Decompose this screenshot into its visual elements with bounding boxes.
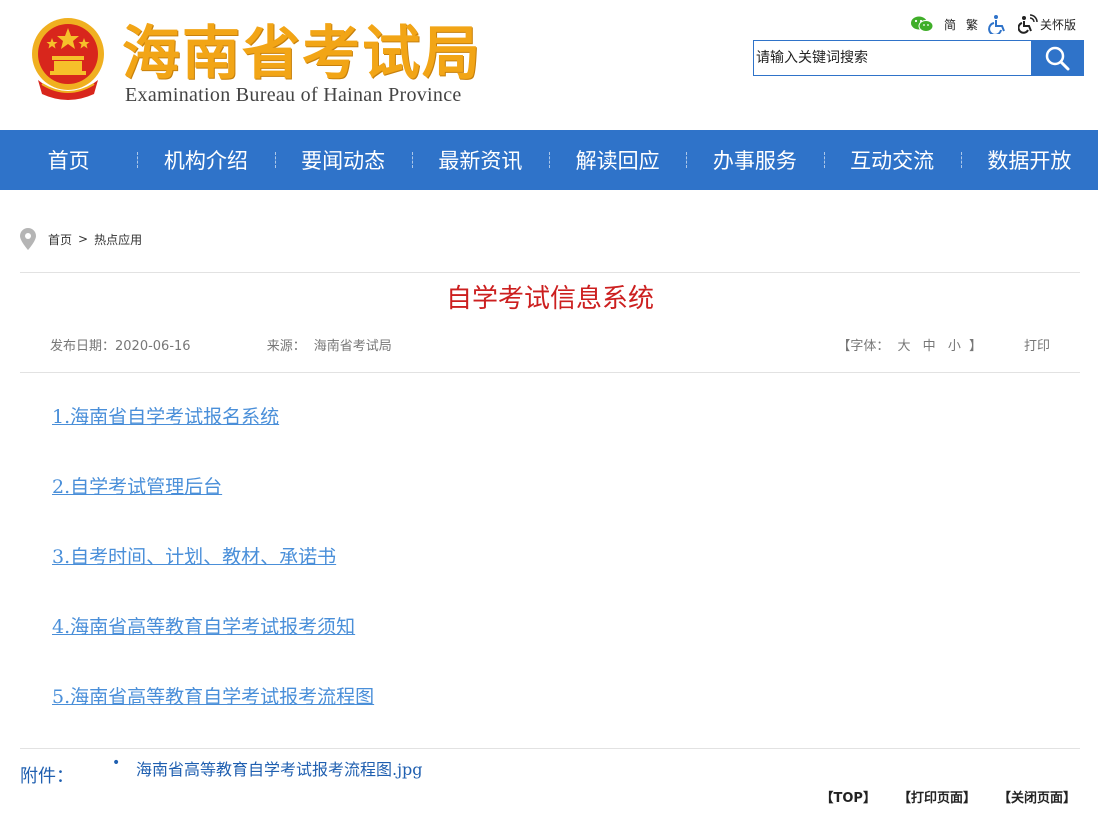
search-input[interactable] [754,41,1031,75]
nav-item-news[interactable]: 要闻动态 [274,130,412,190]
search-button[interactable] [1031,41,1083,75]
site-title: 海南省考试局 [122,19,483,87]
nav-item-services[interactable]: 办事服务 [686,130,823,190]
back-to-top-button[interactable]: 【TOP】 [821,787,876,806]
font-size-small-button[interactable]: 小 [948,339,961,354]
source-label: 来源： [266,339,306,354]
link-schedule-plan-textbook[interactable]: 3.自考时间、计划、教材、承诺书 [52,542,374,568]
care-mode-icon [1017,14,1038,34]
nav-item-home[interactable]: 首页 [0,130,137,190]
wechat-button[interactable] [910,15,934,33]
national-emblem-icon [32,18,104,100]
meta-divider [20,372,1080,373]
link-registration-system[interactable]: 1.海南省自学考试报名系统 [52,402,374,428]
traditional-chinese-button[interactable]: 繁 [966,16,978,33]
nav-item-about[interactable]: 机构介绍 [137,130,274,190]
wechat-icon [910,16,934,32]
attachment-divider [20,748,1080,749]
link-admin-backend[interactable]: 2.自学考试管理后台 [52,472,374,498]
attachment-file-link[interactable]: 海南省高等教育自学考试报考流程图.jpg [136,756,423,780]
font-size-medium-button[interactable]: 中 [923,339,936,354]
main-nav: 首页 机构介绍 要闻动态 最新资讯 解读回应 办事服务 互动交流 数据开放 [0,130,1098,190]
source-value: 海南省考试局 [313,339,392,354]
care-mode-button[interactable]: 关怀版 [1017,14,1076,34]
nav-item-open-data[interactable]: 数据开放 [960,130,1098,190]
breadcrumb-home[interactable]: 首页 [48,231,72,248]
top-tools: 简 繁 关怀版 [910,14,1076,34]
link-exam-instructions[interactable]: 4.海南省高等教育自学考试报考须知 [52,612,374,638]
nav-item-latest[interactable]: 最新资讯 [411,130,549,190]
font-size-close-bracket: 】 [968,339,982,354]
site-subtitle: Examination Bureau of Hainan Province [125,84,462,106]
font-size-label: 【字体： [837,339,890,354]
font-size-control: 【字体： 大 中 小 】 [837,335,982,354]
article-meta: 发布日期：2020-06-16 来源： 海南省考试局 [50,335,392,354]
simplified-chinese-button[interactable]: 简 [944,16,956,33]
nav-item-interpretation[interactable]: 解读回应 [549,130,686,190]
publish-date: 2020-06-16 [115,339,191,354]
location-pin-icon [20,228,36,250]
attachment-bullet: • [112,755,121,771]
system-links: 1.海南省自学考试报名系统 2.自学考试管理后台 3.自考时间、计划、教材、承诺… [52,402,374,752]
care-mode-label: 关怀版 [1039,17,1076,32]
search-icon [1045,46,1070,71]
accessibility-button[interactable] [988,14,1008,34]
print-page-button[interactable]: 【打印页面】 [898,787,976,806]
search-box [753,40,1084,76]
wheelchair-icon [988,15,1005,34]
article-title: 自学考试信息系统 [445,284,654,314]
site-header: 海南省考试局 Examination Bureau of Hainan Prov… [0,0,1098,130]
breadcrumb-divider [20,272,1080,273]
print-button[interactable]: 打印 [1024,335,1050,354]
link-exam-flowchart[interactable]: 5.海南省高等教育自学考试报考流程图 [52,682,374,708]
nav-item-interaction[interactable]: 互动交流 [823,130,961,190]
publish-date-label: 发布日期： [50,339,116,354]
close-page-button[interactable]: 【关闭页面】 [998,787,1076,806]
breadcrumb-current[interactable]: 热点应用 [94,231,142,248]
attachment-label: 附件： [20,766,74,787]
breadcrumb: 首页 > 热点应用 [20,228,142,250]
page-actions: 【TOP】 【打印页面】 【关闭页面】 [821,787,1076,806]
font-size-large-button[interactable]: 大 [898,339,911,354]
breadcrumb-separator: > [78,232,89,246]
